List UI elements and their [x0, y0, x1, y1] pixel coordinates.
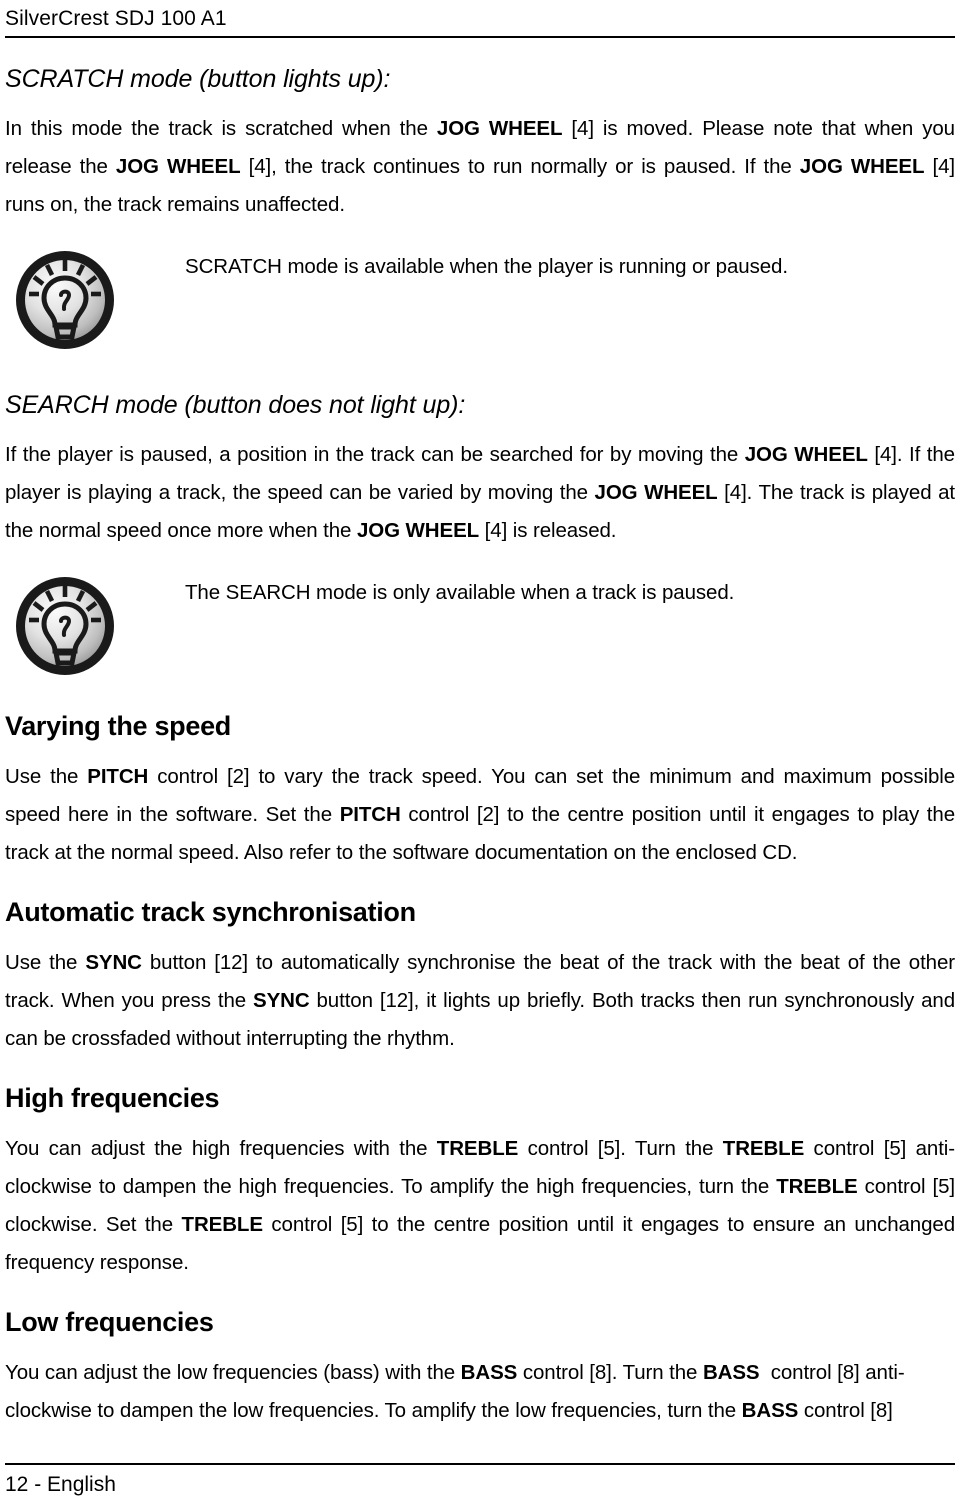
paragraph-automatic-track-synchronisation: Use the SYNC button [12] to automaticall… [5, 951, 955, 1050]
paragraph-scratch-mode: In this mode the track is scratched when… [5, 117, 955, 216]
heading-high-frequencies: High frequencies [5, 1083, 220, 1113]
heading-scratch-mode: SCRATCH mode (button lights up): [5, 65, 391, 93]
paragraph-search-mode: If the player is paused, a position in t… [5, 443, 955, 542]
paragraph-low-frequencies: You can adjust the low frequencies (bass… [5, 1361, 905, 1422]
running-header-product-title: SilverCrest SDJ 100 A1 [5, 7, 227, 30]
footer-page-label: 12 - English [5, 1473, 116, 1496]
heading-automatic-track-synchronisation: Automatic track synchronisation [5, 897, 416, 927]
heading-low-frequencies: Low frequencies [5, 1307, 214, 1337]
lightbulb-tip-icon [13, 248, 117, 352]
tip-note-text-search-mode: The SEARCH mode is only available when a… [185, 581, 735, 604]
tip-note-search-mode: The SEARCH mode is only available when a… [5, 574, 955, 678]
paragraph-high-frequencies: You can adjust the high frequencies with… [5, 1137, 955, 1274]
page-footer: 12 - English [5, 1463, 955, 1506]
document-page: SilverCrest SDJ 100 A1 SCRATCH mode (but… [0, 0, 960, 1506]
tip-note-text-scratch-mode: SCRATCH mode is available when the playe… [185, 255, 788, 278]
heading-varying-the-speed: Varying the speed [5, 711, 231, 741]
tip-note-scratch-mode: SCRATCH mode is available when the playe… [5, 248, 955, 352]
paragraph-varying-the-speed: Use the PITCH control [2] to vary the tr… [5, 765, 956, 864]
heading-search-mode: SEARCH mode (button does not light up): [5, 391, 466, 419]
lightbulb-tip-icon [13, 574, 117, 678]
header-divider-rule [5, 36, 955, 38]
